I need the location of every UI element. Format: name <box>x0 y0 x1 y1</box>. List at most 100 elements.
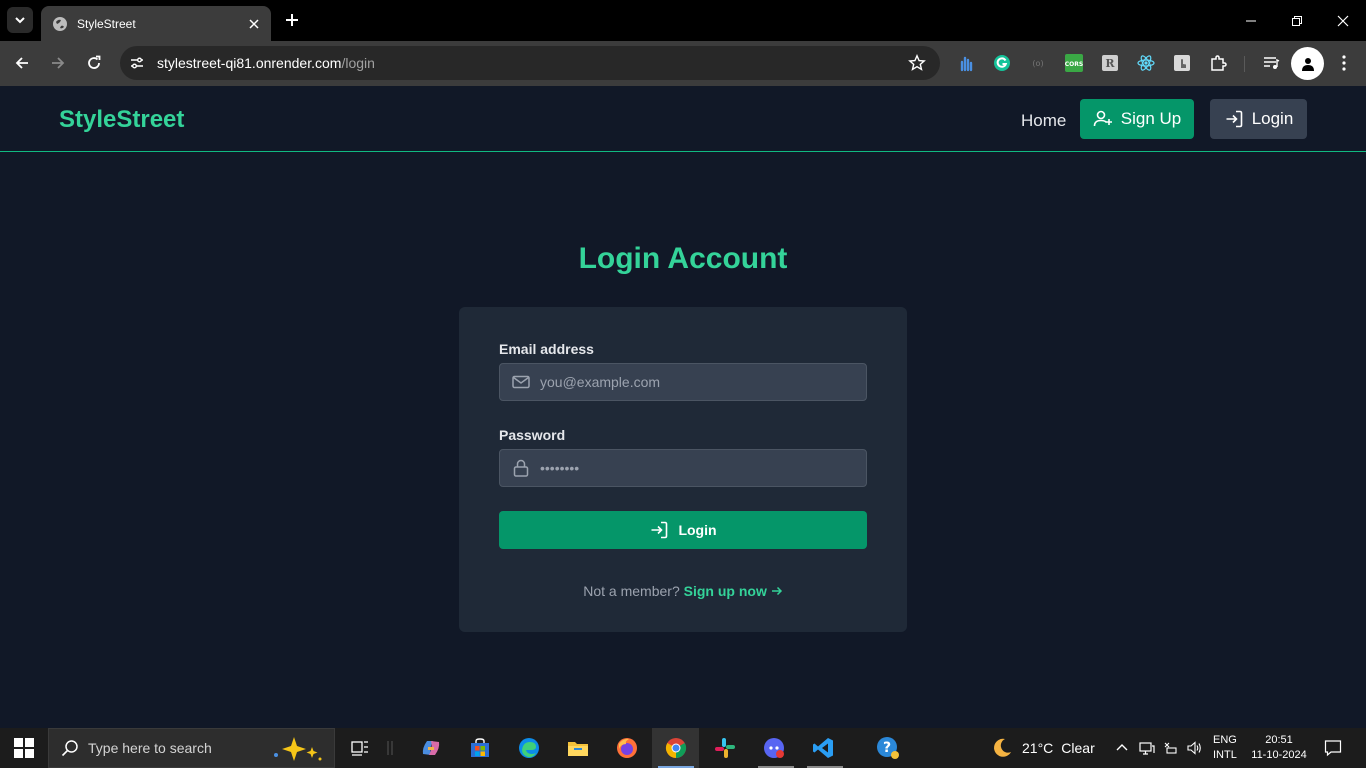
windows-taskbar: Type here to search ? 21°C Clear ENG INT… <box>0 728 1366 768</box>
login-submit-button[interactable]: Login <box>499 511 867 549</box>
extension-placeholder-icon[interactable]: (o) <box>1028 53 1048 73</box>
weather-temp: 21°C <box>1022 740 1054 756</box>
tab-title: StyleStreet <box>77 16 136 31</box>
nav-home-link[interactable]: Home <box>1021 111 1066 131</box>
url-path: /login <box>341 55 375 71</box>
task-view-icon[interactable] <box>348 736 372 760</box>
site-navbar: StyleStreet Home Sign Up Login <box>0 86 1366 152</box>
email-input[interactable] <box>540 374 840 390</box>
copilot-app-icon[interactable] <box>419 736 443 760</box>
email-field-wrapper[interactable] <box>499 363 867 401</box>
minimize-button[interactable] <box>1228 0 1274 41</box>
password-input[interactable] <box>540 460 840 476</box>
toolbar-separator <box>1244 56 1245 72</box>
login-icon <box>651 521 668 539</box>
url-text: stylestreet-qi81.onrender.com/login <box>157 55 375 71</box>
signup-prompt-text: Not a member? <box>583 583 680 599</box>
signup-prompt: Not a member? Sign up now <box>459 583 907 599</box>
weather-desc: Clear <box>1061 740 1095 756</box>
vscode-icon[interactable] <box>811 736 835 760</box>
close-icon <box>1337 15 1349 26</box>
password-field-wrapper[interactable] <box>499 449 867 487</box>
email-label: Email address <box>499 341 594 357</box>
svg-text:R: R <box>1105 57 1115 70</box>
media-control-icon[interactable] <box>1261 53 1281 73</box>
firefox-icon[interactable] <box>615 736 639 760</box>
signup-button[interactable]: Sign Up <box>1080 99 1194 139</box>
discord-icon[interactable] <box>762 736 786 760</box>
tab-search-button[interactable] <box>7 7 33 33</box>
lock-icon <box>511 458 531 478</box>
windows-start-icon[interactable] <box>14 738 34 758</box>
taskbar-divider <box>380 736 400 760</box>
profile-avatar-button[interactable] <box>1291 47 1324 80</box>
address-bar[interactable]: stylestreet-qi81.onrender.com/login <box>120 46 940 80</box>
bookmark-star-icon[interactable] <box>908 54 926 72</box>
url-host: stylestreet-qi81.onrender.com <box>157 55 342 71</box>
lang-layout: INTL <box>1213 749 1237 761</box>
nav-login-button[interactable]: Login <box>1210 99 1307 139</box>
page-title: Login Account <box>578 242 788 275</box>
slack-icon[interactable] <box>713 736 737 760</box>
system-clock[interactable]: 20:51 11-10-2024 <box>1248 733 1310 763</box>
extension-r-icon[interactable]: R <box>1100 53 1120 73</box>
browser-tab[interactable]: StyleStreet <box>41 6 271 41</box>
battery-icon[interactable] <box>1162 740 1178 756</box>
chevron-down-icon <box>15 17 25 24</box>
plus-icon <box>286 14 298 26</box>
chrome-icon[interactable] <box>664 736 688 760</box>
close-window-button[interactable] <box>1320 0 1366 41</box>
minimize-icon <box>1246 20 1256 21</box>
extensions-puzzle-icon[interactable] <box>1208 53 1228 73</box>
globe-icon <box>52 16 68 32</box>
back-button[interactable] <box>7 48 37 78</box>
clock-time: 20:51 <box>1265 734 1293 746</box>
network-icon[interactable] <box>1139 740 1155 756</box>
microsoft-store-icon[interactable] <box>468 736 492 760</box>
weather-widget[interactable]: 21°C Clear <box>990 736 1095 760</box>
site-info-icon[interactable] <box>125 51 149 75</box>
user-plus-icon <box>1093 110 1112 127</box>
sparkle-icon <box>268 735 326 768</box>
restore-button[interactable] <box>1274 0 1320 41</box>
clock-date: 11-10-2024 <box>1251 749 1307 761</box>
signup-label: Sign Up <box>1120 109 1182 128</box>
svg-text:CORS: CORS <box>1065 61 1083 68</box>
new-tab-button[interactable] <box>281 9 303 31</box>
input-language-indicator[interactable]: ENG INTL <box>1213 733 1237 763</box>
site-logo[interactable]: StyleStreet <box>59 106 184 134</box>
browser-toolbar: stylestreet-qi81.onrender.com/login (o) … <box>0 41 1366 86</box>
volume-icon[interactable] <box>1186 740 1202 756</box>
cors-extension-icon[interactable]: CORS <box>1064 53 1084 73</box>
search-icon <box>61 739 79 757</box>
extension-hand-icon[interactable] <box>956 53 976 73</box>
help-icon[interactable]: ? <box>876 736 900 760</box>
reload-icon <box>88 55 101 69</box>
notification-center-icon[interactable] <box>1324 739 1342 757</box>
tab-close-icon[interactable] <box>245 15 263 33</box>
signup-now-label: Sign up now <box>683 583 767 599</box>
grammarly-icon[interactable] <box>992 53 1012 73</box>
lang-code: ENG <box>1213 734 1237 746</box>
edge-browser-icon[interactable] <box>517 736 541 760</box>
login-card: Email address Password Login Not a membe… <box>459 307 907 632</box>
signup-now-link[interactable]: Sign up now <box>684 583 783 599</box>
mail-icon <box>511 372 531 392</box>
reload-button[interactable] <box>79 48 109 78</box>
login-icon <box>1226 110 1242 128</box>
arrow-left-icon <box>15 57 28 69</box>
browser-menu-icon[interactable] <box>1334 53 1354 73</box>
arrow-right-icon <box>771 586 782 596</box>
person-icon <box>1301 57 1314 71</box>
file-explorer-icon[interactable] <box>566 736 590 760</box>
svg-text:(o): (o) <box>1032 59 1043 68</box>
extension-hand-pointer-icon[interactable] <box>1172 53 1192 73</box>
password-label: Password <box>499 427 566 443</box>
react-devtools-icon[interactable] <box>1136 53 1156 73</box>
forward-button[interactable] <box>43 48 73 78</box>
svg-text:?: ? <box>883 740 891 756</box>
chevron-up-icon[interactable] <box>1114 740 1130 756</box>
taskbar-search[interactable]: Type here to search <box>48 728 335 768</box>
taskbar-search-text: Type here to search <box>88 740 212 756</box>
web-page: StyleStreet Home Sign Up Login Login Acc… <box>0 86 1366 728</box>
